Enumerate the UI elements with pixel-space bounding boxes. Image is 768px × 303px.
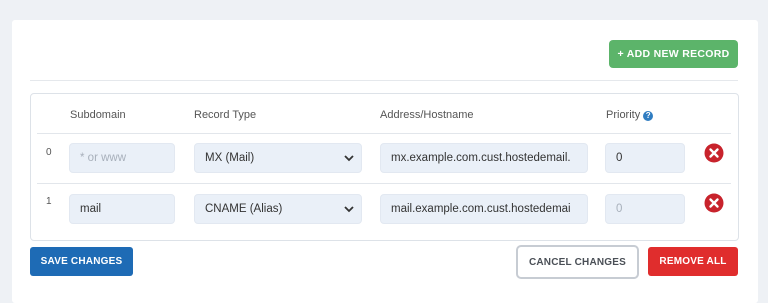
header-priority-label: Priority (606, 109, 641, 121)
header-subdomain: Subdomain (70, 109, 126, 121)
close-circle-icon[interactable] (704, 143, 724, 163)
row-index: 1 (46, 196, 52, 207)
chevron-down-icon (344, 155, 354, 162)
record-type-select[interactable]: CNAME (Alias) (194, 194, 362, 224)
cancel-changes-button[interactable]: CANCEL CHANGES (516, 245, 639, 279)
subdomain-input[interactable]: * or www (69, 143, 175, 173)
row-index: 0 (46, 147, 52, 158)
save-changes-button[interactable]: SAVE CHANGES (30, 247, 133, 276)
question-circle-icon[interactable]: ? (643, 111, 654, 121)
priority-input[interactable]: 0 (605, 194, 685, 224)
record-type-value: CNAME (Alias) (205, 203, 283, 215)
row-divider (37, 133, 731, 134)
add-new-record-button[interactable]: + ADD NEW RECORD (609, 40, 738, 68)
record-type-select[interactable]: MX (Mail) (194, 143, 362, 173)
row-divider (37, 183, 731, 184)
record-type-value: MX (Mail) (205, 152, 255, 164)
divider (30, 80, 738, 81)
address-input[interactable]: mx.example.com.cust.hostedemail. (380, 143, 588, 173)
address-input[interactable]: mail.example.com.cust.hostedemai (380, 194, 588, 224)
header-record-type: Record Type (194, 109, 257, 121)
priority-input[interactable]: 0 (605, 143, 685, 173)
subdomain-input[interactable]: mail (69, 194, 175, 224)
header-address: Address/Hostname (380, 109, 474, 121)
header-priority: Priority? (606, 109, 654, 121)
chevron-down-icon (344, 206, 354, 213)
remove-all-button[interactable]: REMOVE ALL (648, 247, 738, 276)
close-circle-icon[interactable] (704, 193, 724, 213)
